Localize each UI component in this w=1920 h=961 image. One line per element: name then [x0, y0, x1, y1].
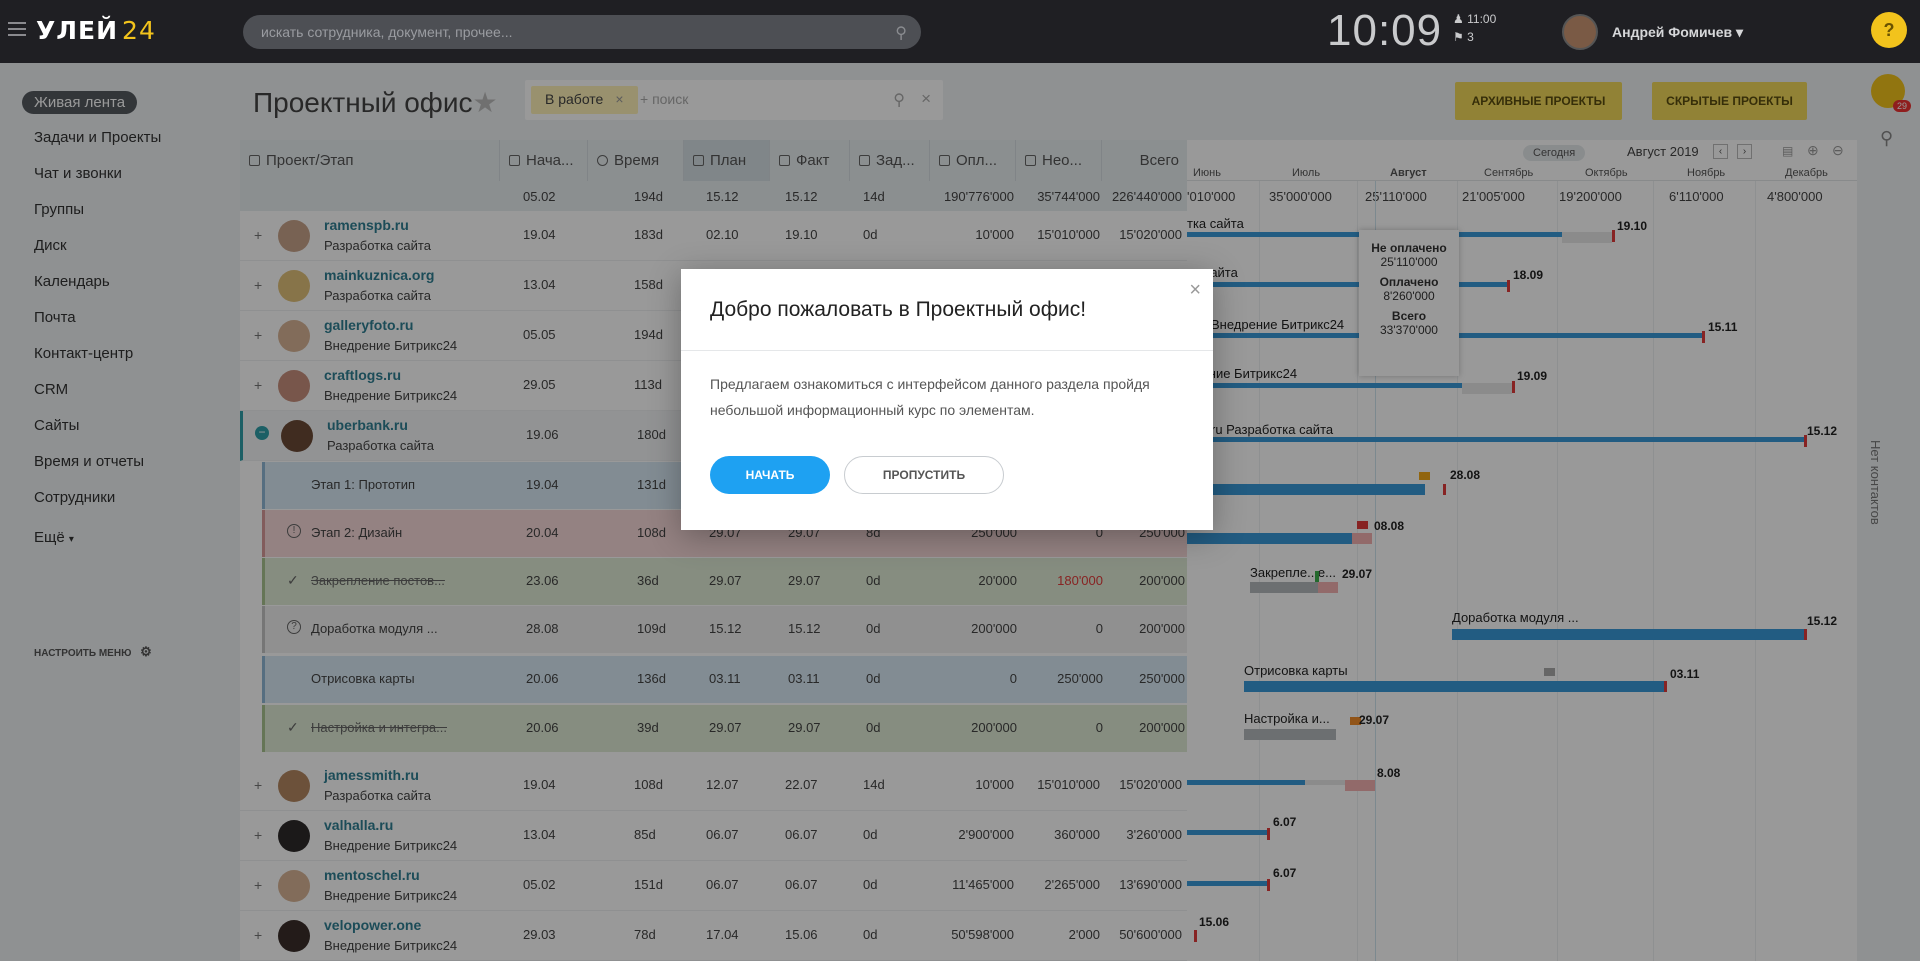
user-menu[interactable]: Андрей Фомичев ▾: [1612, 24, 1743, 41]
welcome-dialog: Добро пожаловать в Проектный офис! × Пре…: [681, 269, 1213, 530]
logo[interactable]: УЛЕЙ 24: [36, 16, 156, 45]
clock[interactable]: 10:09: [1327, 6, 1442, 56]
dialog-divider: [681, 350, 1213, 351]
logo-text: УЛЕЙ: [36, 16, 119, 45]
start-button[interactable]: НАЧАТЬ: [710, 456, 830, 494]
close-icon[interactable]: ×: [1189, 279, 1201, 302]
search-placeholder: искать сотрудника, документ, прочее...: [261, 24, 513, 40]
menu-icon[interactable]: [8, 22, 26, 36]
dialog-text: Предлагаем ознакомиться с интерфейсом да…: [710, 376, 1150, 418]
top-bar: УЛЕЙ 24 искать сотрудника, документ, проч…: [0, 0, 1920, 63]
user-name: Андрей Фомичев: [1612, 24, 1733, 40]
user-avatar[interactable]: [1562, 14, 1598, 50]
search-icon[interactable]: ⚲: [895, 23, 907, 43]
skip-button[interactable]: ПРОПУСТИТЬ: [844, 456, 1004, 494]
flag-icon: ⚑: [1453, 30, 1464, 44]
search-input[interactable]: искать сотрудника, документ, прочее... ⚲: [243, 15, 921, 49]
help-button[interactable]: ?: [1871, 12, 1907, 48]
logo-number: 24: [122, 16, 156, 45]
flag-count: 3: [1467, 30, 1474, 44]
alarm-info[interactable]: ♟ 11:00 ⚑ 3: [1453, 10, 1496, 46]
chevron-down-icon: ▾: [1735, 24, 1744, 40]
bell-icon: ♟: [1453, 12, 1464, 26]
alarm-time: 11:00: [1467, 12, 1497, 26]
dialog-title: Добро пожаловать в Проектный офис!: [710, 298, 1087, 321]
